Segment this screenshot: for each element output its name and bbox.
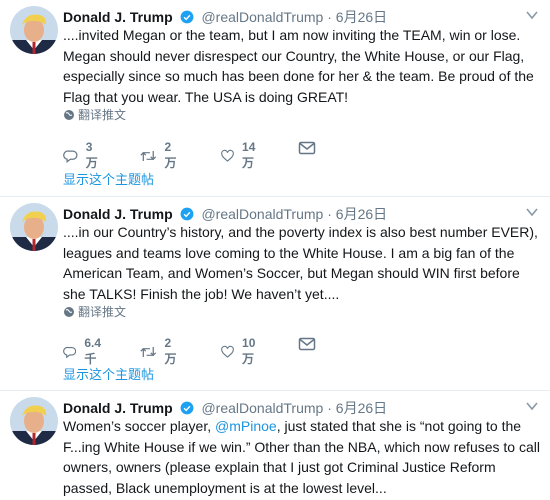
tweet-text: Women’s soccer player, @mPinoe, just sta… xyxy=(63,416,545,498)
timestamp[interactable]: 6月26日 xyxy=(336,9,387,25)
chevron-down-icon[interactable] xyxy=(526,401,538,411)
like-count: 10万 xyxy=(242,336,256,366)
verified-badge-icon xyxy=(180,401,193,415)
mention-link[interactable]: @mPinoe xyxy=(215,418,277,434)
reply-button[interactable]: 3万 xyxy=(63,140,101,171)
author-handle[interactable]: @realDonaldTrump xyxy=(201,206,323,222)
tweet-text: ....invited Megan or the team, but I am … xyxy=(63,27,534,105)
tweet-header: Donald J. Trump @realDonaldTrump · 6月26日 xyxy=(63,7,540,27)
like-button[interactable]: 14万 xyxy=(221,140,260,171)
retweet-count: 2万 xyxy=(164,140,177,170)
author-name[interactable]: Donald J. Trump xyxy=(63,400,173,416)
translate-label: 翻译推文 xyxy=(78,305,127,319)
reply-count: 6.4千 xyxy=(84,336,102,366)
show-thread-link[interactable]: 显示这个主题帖 xyxy=(63,169,154,188)
chevron-down-icon[interactable] xyxy=(526,207,538,217)
avatar[interactable] xyxy=(10,6,58,54)
author-handle[interactable]: @realDonaldTrump xyxy=(201,9,323,25)
reply-icon xyxy=(63,149,78,163)
retweet-button[interactable]: 2万 xyxy=(140,140,180,171)
verified-badge-icon xyxy=(180,207,193,221)
tweet-text-start: Women’s soccer player, xyxy=(63,418,215,434)
avatar[interactable] xyxy=(10,203,58,251)
avatar[interactable] xyxy=(10,397,58,445)
tweet[interactable]: Donald J. Trump @realDonaldTrump · 6月26日… xyxy=(0,391,550,500)
reply-button[interactable]: 6.4千 xyxy=(63,336,106,367)
author-name[interactable]: Donald J. Trump xyxy=(63,9,173,25)
separator-dot: · xyxy=(327,400,332,416)
heart-icon xyxy=(221,149,234,162)
reply-icon xyxy=(63,346,77,358)
globe-icon xyxy=(64,110,74,120)
tweet-text: ....in our Country’s history, and the po… xyxy=(63,224,538,302)
retweet-count: 2万 xyxy=(164,336,177,366)
like-count: 14万 xyxy=(242,140,256,170)
chevron-down-icon[interactable] xyxy=(526,10,538,20)
translate-link[interactable]: 翻译推文 xyxy=(63,303,126,320)
reply-count: 3万 xyxy=(85,140,98,170)
tweet[interactable]: Donald J. Trump @realDonaldTrump · 6月26日… xyxy=(0,0,550,197)
separator-dot: · xyxy=(327,206,332,222)
separator-dot: · xyxy=(327,9,332,25)
timestamp[interactable]: 6月26日 xyxy=(336,206,387,222)
tweet-header: Donald J. Trump @realDonaldTrump · 6月26日 xyxy=(63,204,540,224)
envelope-icon xyxy=(298,337,316,351)
tweet[interactable]: Donald J. Trump @realDonaldTrump · 6月26日… xyxy=(0,197,550,391)
verified-badge-icon xyxy=(180,10,193,24)
direct-message-button[interactable] xyxy=(298,336,324,352)
retweet-icon xyxy=(140,150,157,161)
retweet-icon xyxy=(140,346,157,357)
translate-label: 翻译推文 xyxy=(78,108,127,122)
heart-icon xyxy=(221,345,234,358)
globe-icon xyxy=(64,307,74,317)
envelope-icon xyxy=(298,141,316,155)
direct-message-button[interactable] xyxy=(298,140,324,156)
author-name[interactable]: Donald J. Trump xyxy=(63,206,173,222)
timestamp[interactable]: 6月26日 xyxy=(336,400,387,416)
translate-link[interactable]: 翻译推文 xyxy=(63,106,126,123)
show-thread-link[interactable]: 显示这个主题帖 xyxy=(63,364,154,383)
like-button[interactable]: 10万 xyxy=(221,336,260,367)
author-handle[interactable]: @realDonaldTrump xyxy=(201,400,323,416)
tweet-header: Donald J. Trump @realDonaldTrump · 6月26日 xyxy=(63,398,540,418)
retweet-button[interactable]: 2万 xyxy=(140,336,180,367)
